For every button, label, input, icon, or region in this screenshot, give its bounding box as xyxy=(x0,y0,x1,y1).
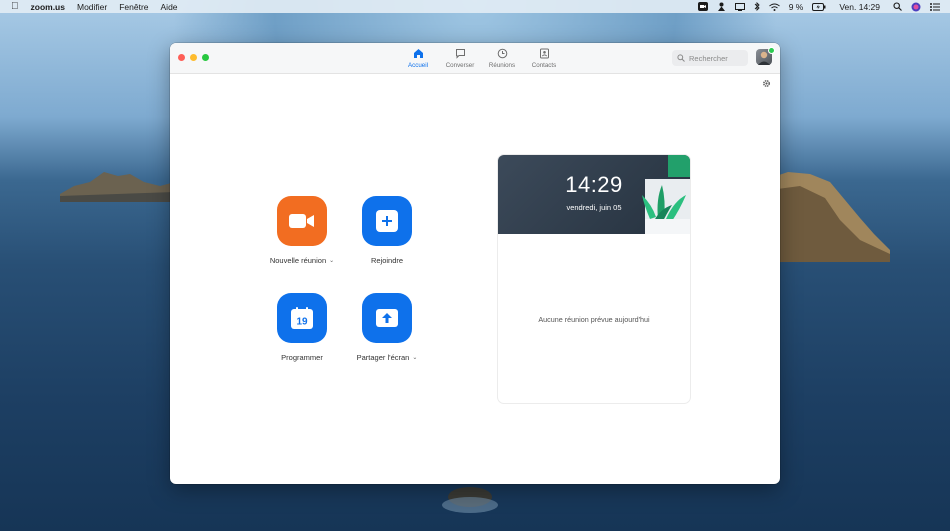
settings-gear-icon[interactable] xyxy=(762,79,771,88)
contacts-icon xyxy=(539,48,549,59)
avatar[interactable] xyxy=(756,47,775,65)
apple-menu-icon[interactable]:  xyxy=(11,0,19,13)
tab-reunions[interactable]: Réunions xyxy=(484,48,520,69)
clock-banner: 14:29 vendredi, juin 05 xyxy=(498,155,690,234)
schedule-button[interactable]: 19 xyxy=(277,293,327,343)
menu-fenetre[interactable]: Fenêtre xyxy=(119,2,148,12)
bluetooth-icon[interactable] xyxy=(754,2,760,11)
no-meetings-message: Aucune réunion prévue aujourd'hui xyxy=(538,315,650,324)
tab-contacts-label: Contacts xyxy=(531,62,557,69)
calendar-icon: 19 xyxy=(291,307,313,329)
battery-percent: 9 % xyxy=(788,1,804,12)
schedule-action: 19 Programmer xyxy=(257,293,347,362)
share-screen-label[interactable]: Partager l'écran ⌄ xyxy=(357,353,418,362)
menu-aide[interactable]: Aide xyxy=(161,2,178,12)
battery-icon[interactable] xyxy=(812,2,826,11)
zoom-window: Accueil Converser Réunions Contacts Rech… xyxy=(170,43,780,484)
join-button[interactable] xyxy=(362,196,412,246)
zoom-status-icon[interactable] xyxy=(697,2,708,11)
screen-share-status-icon[interactable] xyxy=(734,2,745,11)
new-meeting-action: Nouvelle réunion ⌄ xyxy=(257,196,347,265)
tab-accueil[interactable]: Accueil xyxy=(400,48,436,69)
notification-center-icon[interactable] xyxy=(930,2,940,11)
new-meeting-text: Nouvelle réunion xyxy=(269,256,327,265)
siri-icon[interactable] xyxy=(911,2,921,12)
menubar-clock[interactable]: Ven. 14:29 xyxy=(839,2,880,12)
share-screen-icon xyxy=(376,309,398,327)
home-icon xyxy=(413,49,423,58)
chevron-down-icon[interactable]: ⌄ xyxy=(412,354,417,361)
search-input[interactable]: Rechercher xyxy=(672,50,748,66)
plant-illustration-icon xyxy=(642,155,690,234)
menu-modifier[interactable]: Modifier xyxy=(77,2,107,12)
search-placeholder: Rechercher xyxy=(689,53,728,63)
tab-accueil-label: Accueil xyxy=(408,62,428,69)
share-screen-button[interactable] xyxy=(362,293,412,343)
main-tabs: Accueil Converser Réunions Contacts xyxy=(400,48,562,69)
window-controls xyxy=(178,54,209,61)
share-screen-text: Partager l'écran xyxy=(356,353,410,362)
wifi-icon[interactable] xyxy=(768,3,780,11)
maximize-window-button[interactable] xyxy=(202,54,209,61)
minimize-window-button[interactable] xyxy=(190,54,197,61)
tab-converser[interactable]: Converser xyxy=(442,48,478,69)
new-meeting-button[interactable] xyxy=(277,196,327,246)
join-action: Rejoindre xyxy=(342,196,432,265)
island-right-image xyxy=(770,172,890,262)
app-menu[interactable]: zoom.us xyxy=(31,2,65,12)
person-status-icon[interactable] xyxy=(717,2,726,11)
tab-contacts[interactable]: Contacts xyxy=(526,48,562,69)
island-left-image xyxy=(60,172,175,202)
search-icon xyxy=(677,54,685,62)
new-meeting-label[interactable]: Nouvelle réunion ⌄ xyxy=(270,256,334,265)
schedule-label[interactable]: Programmer xyxy=(281,353,323,362)
online-status-dot xyxy=(768,47,775,54)
upcoming-meetings-card: 14:29 vendredi, juin 05 Aucune réunion p… xyxy=(497,154,691,404)
menu-bar:  zoom.us Modifier Fenêtre Aide 9 % Ven.… xyxy=(0,0,950,13)
title-bar: Accueil Converser Réunions Contacts Rech… xyxy=(170,43,780,74)
plus-icon xyxy=(376,210,398,232)
chat-icon xyxy=(455,49,465,59)
rock-image xyxy=(442,487,498,513)
close-window-button[interactable] xyxy=(178,54,185,61)
share-screen-action: Partager l'écran ⌄ xyxy=(342,293,432,362)
tab-converser-label: Converser xyxy=(445,62,475,69)
spotlight-icon[interactable] xyxy=(893,2,902,11)
calendar-day-number: 19 xyxy=(296,317,308,328)
video-camera-icon xyxy=(289,214,314,228)
clock-icon xyxy=(497,48,507,59)
join-label[interactable]: Rejoindre xyxy=(371,256,403,265)
tab-reunions-label: Réunions xyxy=(488,62,516,69)
chevron-down-icon[interactable]: ⌄ xyxy=(329,257,334,264)
